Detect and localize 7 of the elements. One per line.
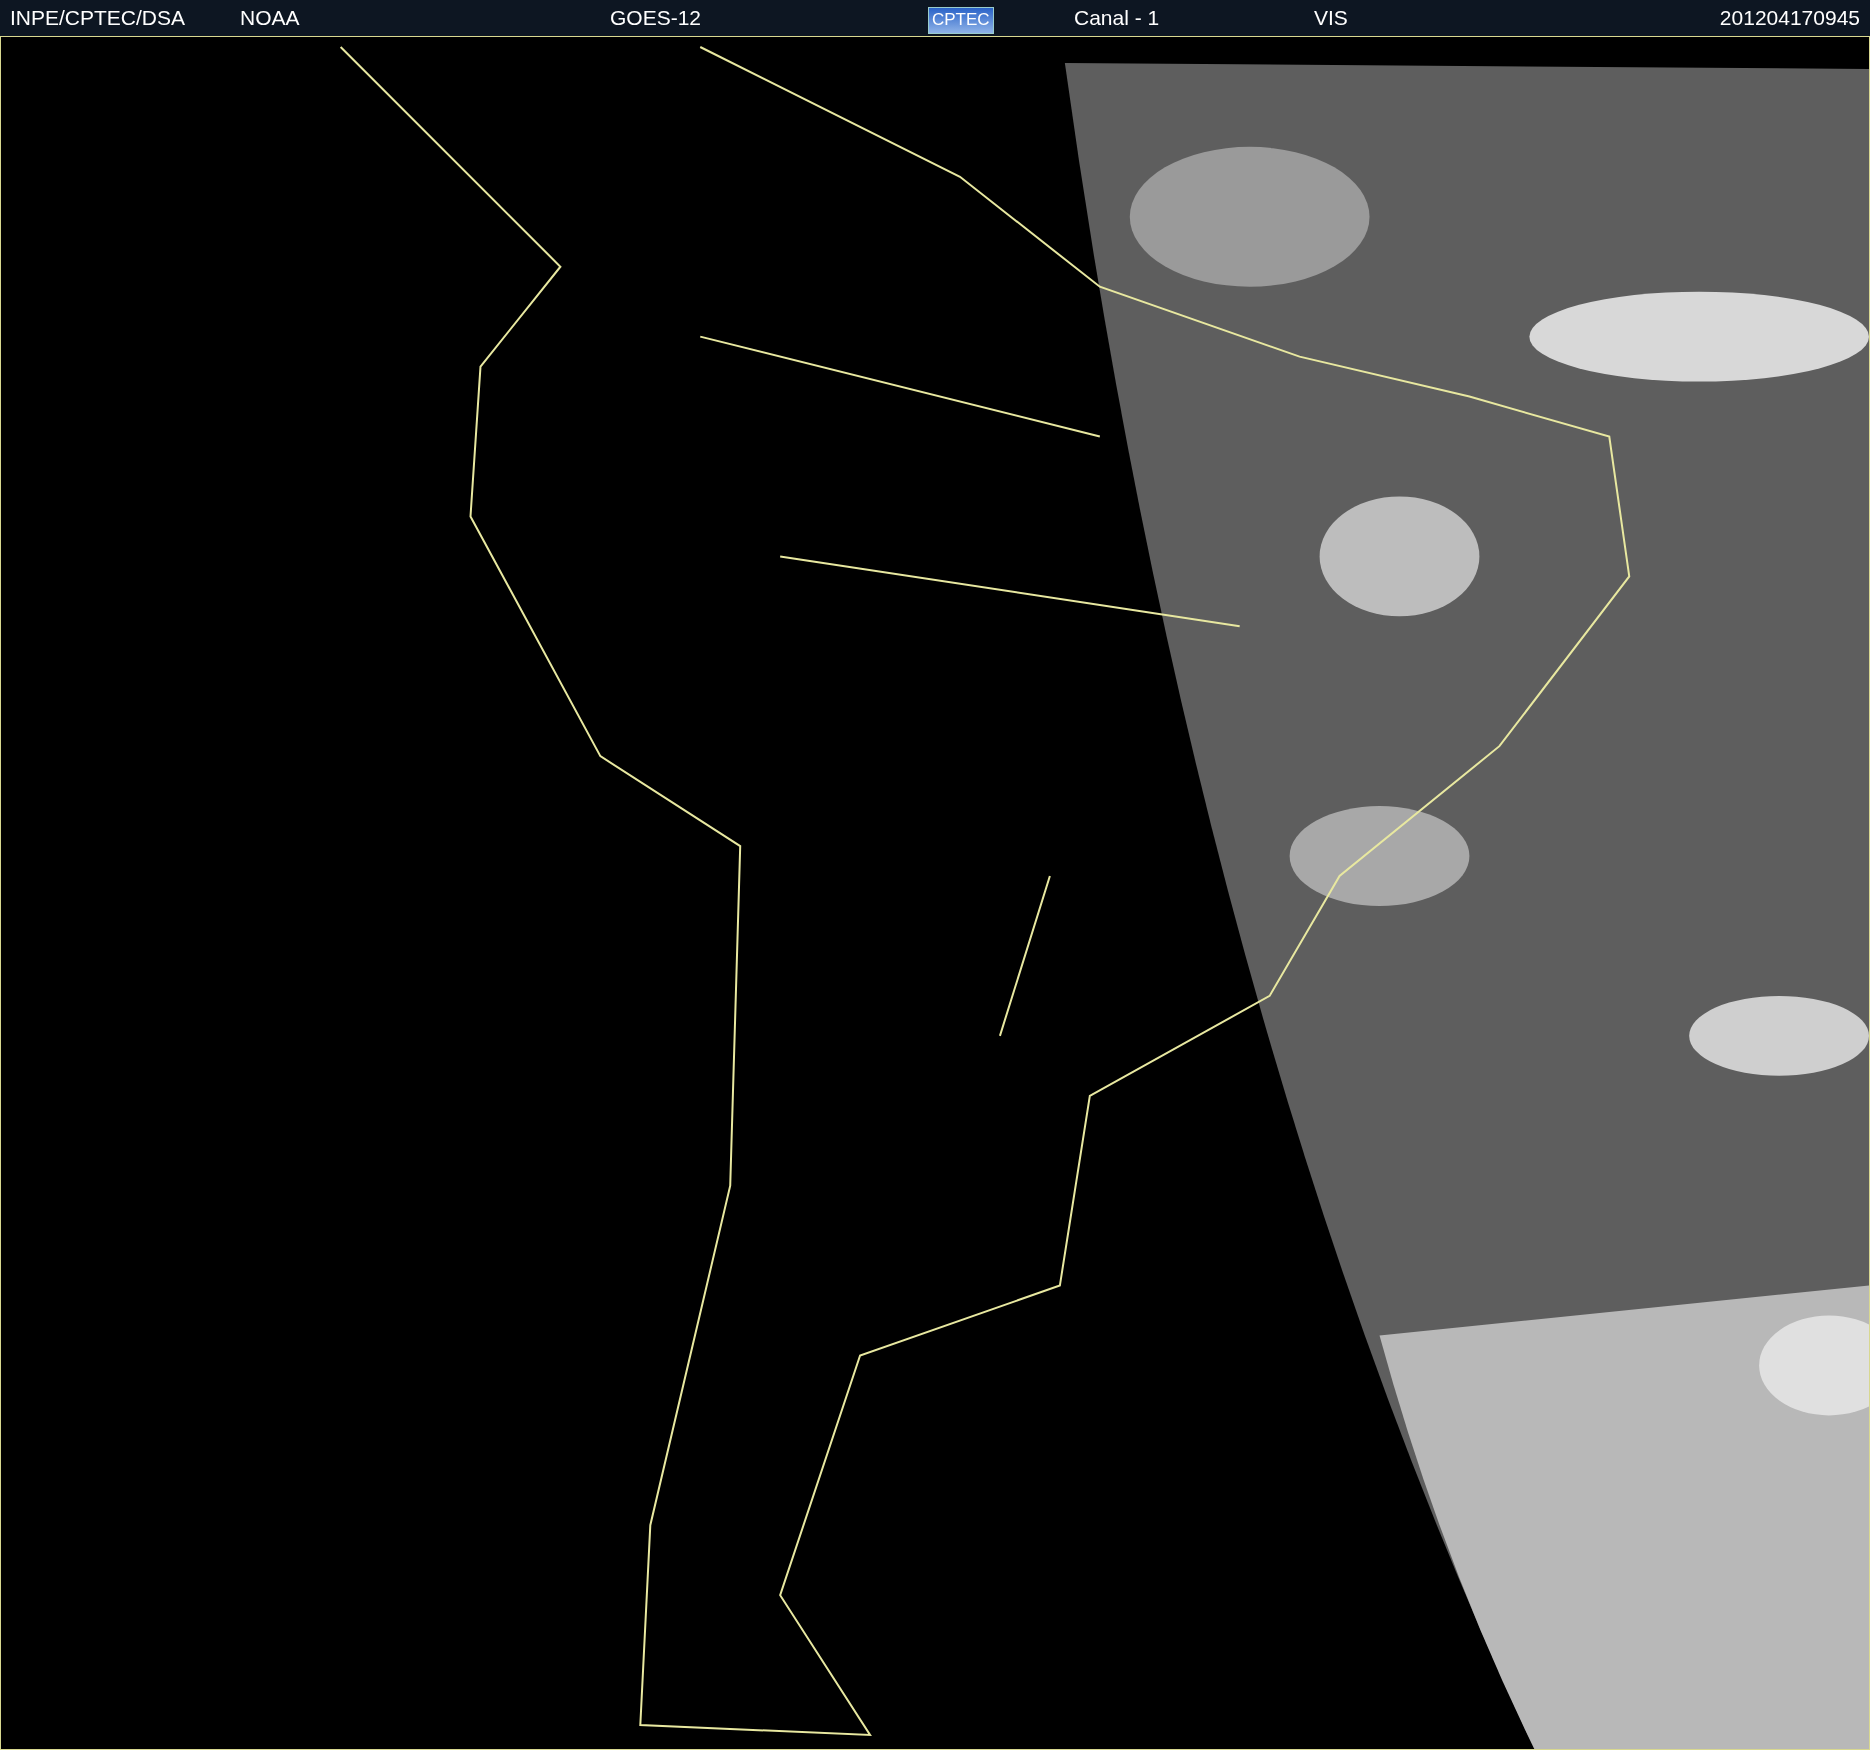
header-label: GOES-12	[610, 6, 702, 30]
header-label: NOAA	[240, 6, 300, 30]
header-label: 201204170945	[1719, 6, 1860, 30]
header-label: Canal - 1	[1074, 6, 1160, 30]
header-label: VIS	[1314, 6, 1348, 30]
logo: CPTEC	[928, 7, 994, 34]
header-label: INPE/CPTEC/DSA	[10, 6, 186, 30]
